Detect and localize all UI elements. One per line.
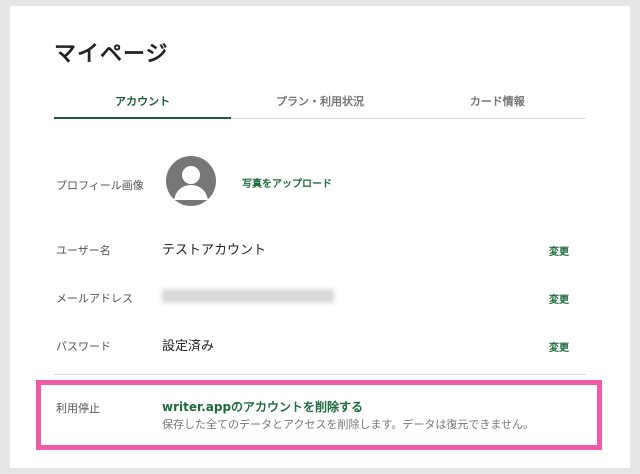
avatar	[166, 156, 216, 206]
deactivate-label: 利用停止	[56, 402, 100, 415]
email-value-blurred	[162, 289, 334, 303]
user-icon	[174, 166, 208, 200]
upload-photo-link[interactable]: 写真をアップロード	[242, 175, 332, 190]
change-username-button[interactable]: 変更	[549, 243, 569, 258]
change-email-button[interactable]: 変更	[549, 291, 569, 306]
tab-plan-usage[interactable]: プラン・利用状況	[231, 92, 408, 118]
profile-image-label: プロフィール画像	[56, 179, 144, 192]
email-label: メールアドレス	[56, 292, 133, 305]
change-password-button[interactable]: 変更	[549, 339, 569, 354]
password-value: 設定済み	[162, 339, 215, 354]
password-label: パスワード	[56, 340, 111, 353]
mypage-card: マイページ アカウント プラン・利用状況 カード情報 プロフィール画像 写真をア…	[10, 6, 630, 468]
section-divider	[54, 374, 586, 375]
delete-account-description: 保存した全てのデータとアクセスを削除します。データは復元できません。	[162, 418, 535, 431]
tab-card-info[interactable]: カード情報	[409, 92, 586, 118]
username-value: テストアカウント	[162, 243, 267, 258]
highlight-box	[36, 380, 602, 450]
tab-bar: アカウント プラン・利用状況 カード情報	[54, 92, 586, 119]
page-title: マイページ	[54, 42, 169, 67]
tab-account[interactable]: アカウント	[54, 92, 232, 119]
delete-account-link[interactable]: writer.appのアカウントを削除する	[162, 398, 363, 415]
username-label: ユーザー名	[56, 244, 111, 257]
